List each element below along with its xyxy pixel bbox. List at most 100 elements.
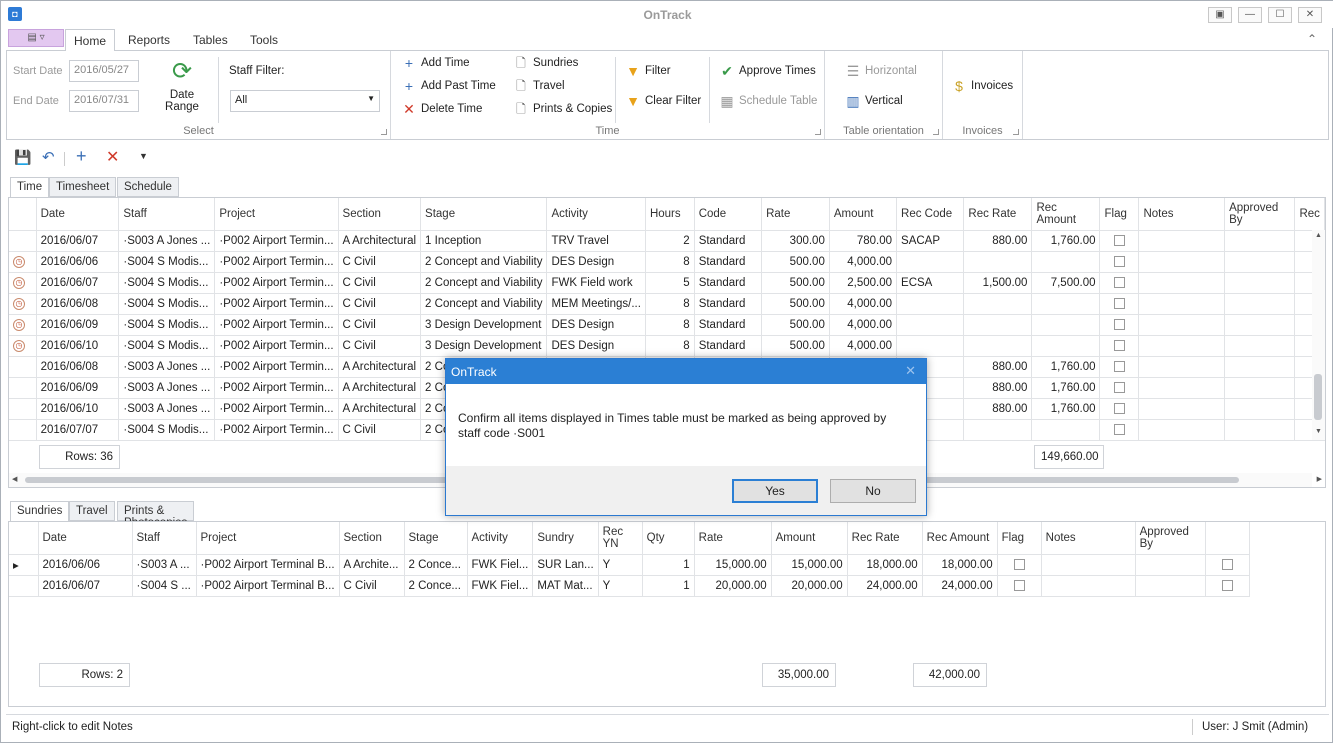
column-header[interactable]: Project [214,198,339,231]
notes-cell[interactable] [1041,575,1136,597]
table-cell[interactable]: A Architectural [338,398,422,420]
flag-cell[interactable] [1099,419,1140,441]
table-cell[interactable]: 500.00 [761,272,830,294]
scroll-left-icon[interactable]: ◀ [12,475,17,483]
column-header[interactable]: Rec Amount [922,522,998,555]
column-header[interactable]: Staff [118,198,216,231]
table-cell[interactable]: ·P002 Airport Termin... [214,314,339,336]
table-cell[interactable]: 1 [642,554,695,576]
table-row[interactable]: ◷ 2016/06/07 ·S004 S Modis... ·P002 Airport… [9,272,1325,294]
tab-tables[interactable]: Tables [193,33,228,47]
table-cell[interactable] [1031,251,1101,273]
delete-time-button[interactable]: ✕ Delete Time [401,101,482,117]
table-cell[interactable] [1031,335,1101,357]
flag-checkbox[interactable] [1113,297,1125,309]
schedule-table-button[interactable]: ▦ Schedule Table [719,93,817,109]
restore-layout-icon[interactable]: ▣ [1208,7,1232,23]
table-cell[interactable]: 300.00 [761,230,830,252]
table-cell[interactable] [963,314,1033,336]
approved-cell[interactable] [1205,554,1250,576]
table-cell[interactable]: C Civil [338,314,422,336]
column-header[interactable]: Rec Rate [963,198,1033,231]
table-cell[interactable]: 3 Design Development [420,335,548,357]
flag-checkbox[interactable] [1113,339,1125,351]
table-cell[interactable] [896,293,965,315]
table-cell[interactable]: C Civil [338,251,422,273]
table-cell[interactable]: 15,000.00 [694,554,772,576]
table-cell[interactable]: TRV Travel [546,230,646,252]
table-cell[interactable]: 24,000.00 [922,575,998,597]
notes-cell[interactable] [1138,419,1226,441]
table-cell[interactable]: Standard [694,230,763,252]
table-cell[interactable] [963,293,1033,315]
table-cell[interactable]: 2016/06/09 [36,377,120,399]
tab-prints-photocopies[interactable]: Prints & Photocopies [117,501,195,529]
table-row[interactable]: 2016/06/07 ·S004 S ... ·P002 Airport Termi… [9,575,1250,597]
table-cell[interactable]: 1 Inception [420,230,548,252]
flag-cell[interactable] [1099,377,1140,399]
table-cell[interactable]: Standard [694,251,763,273]
approved-by-cell[interactable] [1224,272,1296,294]
table-cell[interactable]: SUR Lan... [532,554,599,576]
table-cell[interactable]: ·S003 A Jones ... [118,356,216,378]
table-cell[interactable]: 3 Design Development [420,314,548,336]
flag-cell[interactable] [997,554,1042,576]
table-cell[interactable]: ·P002 Airport Termin... [214,230,339,252]
table-cell[interactable]: 2016/06/10 [36,398,120,420]
clear-filter-button[interactable]: ▼ Clear Filter [625,93,701,109]
table-cell[interactable]: ·S004 S Modis... [118,419,216,441]
approve-times-button[interactable]: ✔ Approve Times [719,63,816,79]
table-cell[interactable]: ·P002 Airport Terminal B... [196,554,340,576]
table-cell[interactable]: ·P002 Airport Termin... [214,251,339,273]
table-cell[interactable]: 18,000.00 [847,554,923,576]
table-cell[interactable]: 4,000.00 [829,335,898,357]
table-cell[interactable] [963,251,1033,273]
table-cell[interactable]: ·S003 A Jones ... [118,398,216,420]
vertical-scrollbar[interactable]: ▲ ▼ [1312,230,1325,440]
table-cell[interactable]: 8 [645,293,695,315]
flag-checkbox[interactable] [1113,276,1125,288]
table-cell[interactable]: 2 Conce... [404,575,468,597]
column-header[interactable] [1205,522,1250,555]
tab-timesheet[interactable]: Timesheet [49,177,117,197]
flag-cell[interactable] [1099,272,1140,294]
table-cell[interactable] [1031,293,1101,315]
table-cell[interactable]: ·P002 Airport Termin... [214,377,339,399]
table-cell[interactable]: 1,760.00 [1031,398,1101,420]
table-cell[interactable]: 780.00 [829,230,898,252]
sundries-button[interactable]: 🗋 Sundries [513,55,578,71]
table-cell[interactable]: ECSA [896,272,965,294]
table-cell[interactable]: 1,760.00 [1031,377,1101,399]
table-cell[interactable]: C Civil [338,419,422,441]
flag-cell[interactable] [1099,335,1140,357]
table-cell[interactable]: ·P002 Airport Terminal B... [196,575,340,597]
table-cell[interactable] [1031,419,1101,441]
column-header[interactable]: Date [38,522,133,555]
table-cell[interactable]: 1,500.00 [963,272,1033,294]
table-cell[interactable]: ·S003 A ... [132,554,197,576]
table-row[interactable]: ◷ 2016/06/09 ·S004 S Modis... ·P002 Airport… [9,314,1325,336]
table-cell[interactable]: 8 [645,251,695,273]
table-cell[interactable]: Standard [694,335,763,357]
table-cell[interactable]: 5 [645,272,695,294]
column-header[interactable]: Rec [1294,198,1325,231]
flag-checkbox[interactable] [1113,381,1125,393]
table-cell[interactable]: 1,760.00 [1031,356,1101,378]
column-header[interactable]: Rec Code [896,198,965,231]
column-header[interactable]: Rec Amount [1031,198,1101,231]
approved-by-cell[interactable] [1224,314,1296,336]
table-cell[interactable]: 18,000.00 [922,554,998,576]
add-time-button[interactable]: + Add Time [401,55,470,71]
table-cell[interactable]: 8 [645,335,695,357]
column-header[interactable]: Activity [546,198,646,231]
table-cell[interactable]: MEM Meetings/... [546,293,646,315]
column-header[interactable]: Qty [642,522,695,555]
notes-cell[interactable] [1138,398,1226,420]
table-cell[interactable]: DES Design [546,314,646,336]
table-cell[interactable]: SACAP [896,230,965,252]
approved-cell[interactable] [1205,575,1250,597]
notes-cell[interactable] [1138,293,1226,315]
notes-cell[interactable] [1138,335,1226,357]
column-header[interactable]: Approved By [1224,198,1296,231]
table-cell[interactable]: Standard [694,314,763,336]
